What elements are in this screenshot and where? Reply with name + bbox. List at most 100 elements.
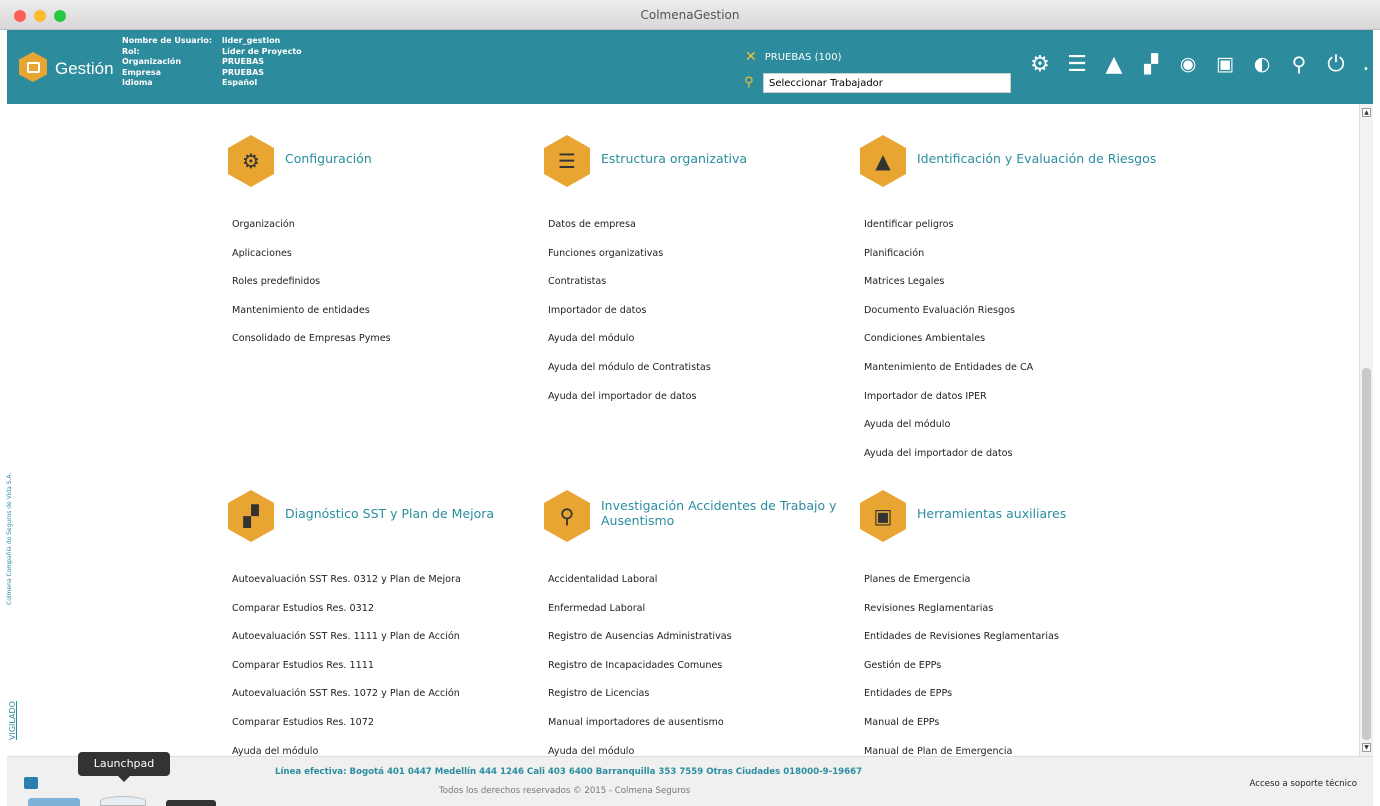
section-title[interactable]: Herramientas auxiliares bbox=[917, 506, 1177, 521]
menu-item[interactable]: Ayuda del importador de datos bbox=[548, 383, 854, 412]
search-person-icon[interactable]: ◉ bbox=[1175, 50, 1201, 78]
menu-item[interactable]: Ayuda del módulo de Contratistas bbox=[548, 354, 854, 383]
support-link[interactable]: Acceso a soporte técnico bbox=[1250, 779, 1358, 789]
label-username: Nombre de Usuario: bbox=[122, 36, 213, 45]
footer-copyright: Todos los derechos reservados © 2015 - C… bbox=[439, 786, 691, 796]
company-selector-label: PRUEBAS (100) bbox=[764, 51, 842, 63]
menu-item[interactable]: Ayuda del módulo bbox=[864, 411, 1170, 440]
briefcase-icon[interactable]: ▣ bbox=[1212, 50, 1238, 78]
value-role: Líder de Proyecto bbox=[222, 46, 302, 56]
menu-item[interactable]: Datos de empresa bbox=[548, 211, 854, 240]
label-language: Idioma bbox=[122, 78, 153, 88]
briefcase-icon: ▣ bbox=[860, 490, 906, 542]
section-diagnostico-sst: ▞ Diagnóstico SST y Plan de Mejora Autoe… bbox=[228, 490, 538, 766]
menu-item[interactable]: Manual de EPPs bbox=[864, 709, 1170, 738]
label-organization: Organización bbox=[122, 57, 182, 67]
company-selector[interactable]: ✕ PRUEBAS (100) bbox=[745, 49, 841, 65]
launchpad-icon[interactable] bbox=[100, 796, 146, 806]
chat-icon[interactable] bbox=[24, 777, 38, 789]
section-investigacion-accidentes: ⚲ Investigación Accidentes de Trabajo y … bbox=[544, 490, 854, 766]
list-icon[interactable]: ☰ bbox=[1064, 50, 1090, 78]
vigilado-link[interactable]: VIGILADO bbox=[8, 701, 17, 740]
footer-hotline: Línea efectiva: Bogotá 401 0447 Medellín… bbox=[275, 767, 863, 777]
menu-item[interactable]: Roles predefinidos bbox=[232, 268, 538, 297]
dock-item[interactable] bbox=[28, 798, 80, 806]
menu-item[interactable]: Accidentalidad Laboral bbox=[548, 566, 854, 595]
more-icon[interactable]: • bbox=[1363, 64, 1369, 75]
main-content: ⚙ Configuración Organización Aplicacione… bbox=[7, 104, 1359, 757]
menu-item[interactable]: Autoevaluación SST Res. 1111 y Plan de A… bbox=[232, 623, 538, 652]
scroll-down-arrow-icon[interactable]: ▼ bbox=[1362, 743, 1371, 752]
menu-item[interactable]: Aplicaciones bbox=[232, 240, 538, 269]
worker-select-input[interactable] bbox=[763, 73, 1011, 93]
menu-item[interactable]: Funciones organizativas bbox=[548, 240, 854, 269]
menu-item[interactable]: Importador de datos bbox=[548, 297, 854, 326]
label-company: Empresa bbox=[122, 67, 162, 77]
scroll-thumb[interactable] bbox=[1362, 368, 1371, 740]
menu-item[interactable]: Ayuda del importador de datos bbox=[864, 440, 1170, 469]
power-icon[interactable]: ⏻ bbox=[1323, 50, 1349, 78]
menu-item[interactable]: Mantenimiento de entidades bbox=[232, 297, 538, 326]
value-company: PRUEBAS bbox=[222, 67, 265, 77]
menu-item[interactable]: Autoevaluación SST Res. 0312 y Plan de M… bbox=[232, 566, 538, 595]
section-title[interactable]: Diagnóstico SST y Plan de Mejora bbox=[285, 506, 545, 521]
window-title: ColmenaGestion bbox=[640, 8, 740, 22]
toolbar: ⚙ ☰ ▲ ▞ ◉ ▣ ◐ ⚲ ⏻ bbox=[1027, 50, 1349, 78]
app-header: Gestión Nombre de Usuario: Rol: Organiza… bbox=[7, 30, 1373, 104]
section-estructura-organizativa: ☰ Estructura organizativa Datos de empre… bbox=[544, 135, 854, 411]
search-person-icon: ⚲ bbox=[544, 490, 590, 542]
label-role: Rol: bbox=[122, 46, 140, 56]
logo-text: Gestión bbox=[55, 59, 114, 78]
section-title[interactable]: Configuración bbox=[285, 151, 545, 166]
gear-icon[interactable]: ⚙ bbox=[1027, 50, 1053, 78]
puzzle-icon[interactable]: ▞ bbox=[1138, 50, 1164, 78]
menu-item[interactable]: Comparar Estudios Res. 1111 bbox=[232, 652, 538, 681]
menu-item[interactable]: Enfermedad Laboral bbox=[548, 595, 854, 624]
menu-item[interactable]: Planes de Emergencia bbox=[864, 566, 1170, 595]
section-title[interactable]: Investigación Accidentes de Trabajo y Au… bbox=[601, 498, 861, 528]
warning-icon: ▲ bbox=[860, 135, 906, 187]
search-icon: ⚲ bbox=[744, 75, 754, 90]
warning-icon[interactable]: ▲ bbox=[1101, 50, 1127, 78]
menu-item[interactable]: Registro de Incapacidades Comunes bbox=[548, 652, 854, 681]
section-title[interactable]: Estructura organizativa bbox=[601, 151, 861, 166]
menu-item[interactable]: Manual importadores de ausentismo bbox=[548, 709, 854, 738]
menu-item[interactable]: Consolidado de Empresas Pymes bbox=[232, 325, 538, 354]
menu-item[interactable]: Documento Evaluación Riesgos bbox=[864, 297, 1170, 326]
menu-item[interactable]: Autoevaluación SST Res. 1072 y Plan de A… bbox=[232, 680, 538, 709]
menu-item[interactable]: Condiciones Ambientales bbox=[864, 325, 1170, 354]
menu-item[interactable]: Planificación bbox=[864, 240, 1170, 269]
dock-item[interactable] bbox=[166, 800, 216, 806]
menu-item[interactable]: Revisiones Reglamentarias bbox=[864, 595, 1170, 624]
list-icon: ☰ bbox=[544, 135, 590, 187]
scroll-up-arrow-icon[interactable]: ▲ bbox=[1362, 108, 1371, 117]
menu-item[interactable]: Contratistas bbox=[548, 268, 854, 297]
tools-icon: ✕ bbox=[745, 49, 757, 65]
value-username: lider_gestion bbox=[222, 36, 281, 45]
vertical-scrollbar[interactable]: ▲ ▼ bbox=[1359, 104, 1373, 756]
menu-item[interactable]: Registro de Ausencias Administrativas bbox=[548, 623, 854, 652]
section-title[interactable]: Identificación y Evaluación de Riesgos bbox=[917, 151, 1177, 166]
menu-item[interactable]: Organización bbox=[232, 211, 538, 240]
value-language: Español bbox=[222, 78, 258, 88]
value-organization: PRUEBAS bbox=[222, 57, 265, 67]
menu-item[interactable]: Matrices Legales bbox=[864, 268, 1170, 297]
section-identificacion-riesgos: ▲ Identificación y Evaluación de Riesgos… bbox=[860, 135, 1170, 468]
menu-item[interactable]: Gestión de EPPs bbox=[864, 652, 1170, 681]
menu-item[interactable]: Ayuda del módulo bbox=[548, 325, 854, 354]
menu-item[interactable]: Entidades de Revisiones Reglamentarias bbox=[864, 623, 1170, 652]
menu-item[interactable]: Mantenimiento de Entidades de CA bbox=[864, 354, 1170, 383]
menu-item[interactable]: Comparar Estudios Res. 0312 bbox=[232, 595, 538, 624]
puzzle-icon: ▞ bbox=[228, 490, 274, 542]
menu-item[interactable]: Comparar Estudios Res. 1072 bbox=[232, 709, 538, 738]
menu-item[interactable]: Importador de datos IPER bbox=[864, 383, 1170, 412]
search-icon[interactable]: ⚲ bbox=[1286, 50, 1312, 78]
section-herramientas-auxiliares: ▣ Herramientas auxiliares Planes de Emer… bbox=[860, 490, 1170, 766]
menu-item[interactable]: Entidades de EPPs bbox=[864, 680, 1170, 709]
menu-item[interactable]: Registro de Licencias bbox=[548, 680, 854, 709]
gear-icon: ⚙ bbox=[228, 135, 274, 187]
head-icon[interactable]: ◐ bbox=[1249, 50, 1275, 78]
window-titlebar: ColmenaGestion bbox=[0, 0, 1380, 30]
menu-item[interactable]: Identificar peligros bbox=[864, 211, 1170, 240]
user-info-values: lider_gestion Líder de Proyecto PRUEBAS … bbox=[222, 36, 302, 89]
